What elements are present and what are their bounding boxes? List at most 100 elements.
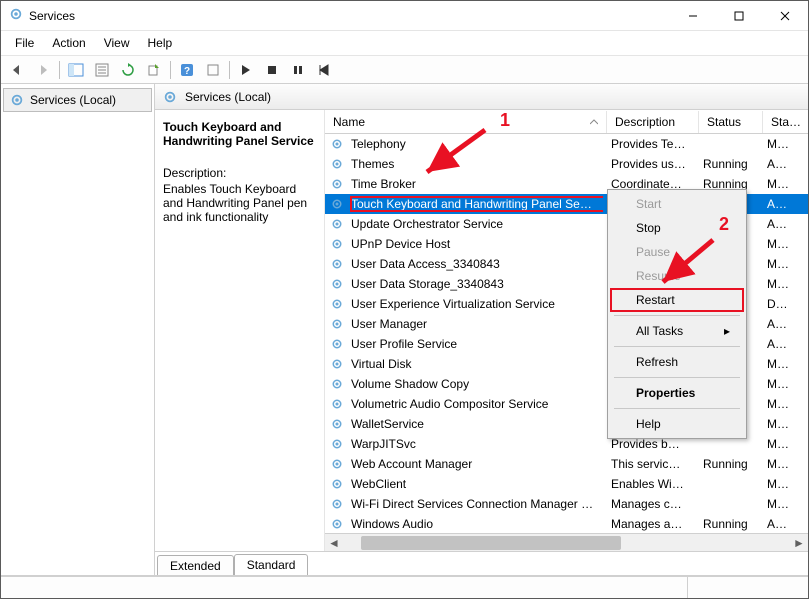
forward-button[interactable]: [31, 58, 55, 82]
cell-name: Touch Keyboard and Handwriting Panel Ser…: [343, 196, 603, 212]
cell-name: WarpJITSvc: [343, 436, 603, 452]
cell-name: User Experience Virtualization Service: [343, 296, 603, 312]
menu-help[interactable]: Help: [140, 34, 181, 52]
service-row[interactable]: TelephonyProvides Tel…Ma: [325, 134, 808, 154]
ctx-properties[interactable]: Properties: [610, 381, 744, 405]
cell-status: [695, 143, 759, 145]
restart-service-button[interactable]: [312, 58, 336, 82]
cell-description: Provides us…: [603, 156, 695, 172]
cell-name: Volumetric Audio Compositor Service: [343, 396, 603, 412]
description-heading: Description:: [163, 166, 316, 180]
service-row[interactable]: Windows AudioManages au…RunningAu: [325, 514, 808, 533]
ctx-refresh[interactable]: Refresh: [610, 350, 744, 374]
start-service-button[interactable]: [234, 58, 258, 82]
pane-header: Services (Local): [155, 84, 808, 110]
help-button[interactable]: ?: [175, 58, 199, 82]
context-menu: Start Stop Pause Resume Restart All Task…: [607, 189, 747, 439]
view-tabs: Extended Standard: [155, 551, 808, 575]
ctx-all-tasks[interactable]: All Tasks▸: [610, 319, 744, 343]
properties-button[interactable]: [90, 58, 114, 82]
service-gear-icon: [325, 277, 343, 291]
cell-startup: Ma: [759, 276, 789, 292]
cell-name: Themes: [343, 156, 603, 172]
scroll-thumb[interactable]: [361, 536, 621, 550]
menu-view[interactable]: View: [96, 34, 138, 52]
cell-name: WebClient: [343, 476, 603, 492]
service-gear-icon: [325, 237, 343, 251]
horizontal-scrollbar[interactable]: ◄ ►: [325, 533, 808, 551]
cell-startup: Ma: [759, 476, 789, 492]
app-gear-icon: [9, 7, 23, 24]
pause-service-button[interactable]: [286, 58, 310, 82]
cell-startup: Ma: [759, 136, 789, 152]
cell-startup: Ma: [759, 436, 789, 452]
service-gear-icon: [325, 357, 343, 371]
sort-indicator-icon: [590, 119, 598, 125]
cell-startup: Ma: [759, 376, 789, 392]
cell-name: Wi-Fi Direct Services Connection Manager…: [343, 496, 603, 512]
cell-name: Time Broker: [343, 176, 603, 192]
column-headers: Name Description Status Sta…: [325, 110, 808, 134]
service-gear-icon: [325, 377, 343, 391]
show-hide-tree-button[interactable]: [64, 58, 88, 82]
cell-startup: Ma: [759, 496, 789, 512]
cell-name: Web Account Manager: [343, 456, 603, 472]
minimize-button[interactable]: [670, 1, 716, 31]
status-bar: [1, 576, 808, 598]
cell-description: Enables Win…: [603, 476, 695, 492]
scroll-left-arrow-icon[interactable]: ◄: [325, 535, 343, 551]
cell-description: Provides Tel…: [603, 136, 695, 152]
service-gear-icon: [325, 157, 343, 171]
cell-startup: Au: [759, 156, 789, 172]
cell-description: Manages co…: [603, 496, 695, 512]
column-status[interactable]: Status: [699, 111, 763, 133]
export-button[interactable]: [142, 58, 166, 82]
main-pane: Services (Local) Touch Keyboard and Hand…: [155, 84, 808, 575]
service-row[interactable]: Web Account ManagerThis service …Running…: [325, 454, 808, 474]
cell-startup: Ma: [759, 396, 789, 412]
cell-startup: Au: [759, 196, 789, 212]
column-startup[interactable]: Sta…: [763, 111, 793, 133]
menu-action[interactable]: Action: [44, 34, 93, 52]
service-row[interactable]: ThemesProvides us…RunningAu: [325, 154, 808, 174]
service-gear-icon: [325, 517, 343, 531]
cell-name: User Data Access_3340843: [343, 256, 603, 272]
help-toolbar-icon[interactable]: [201, 58, 225, 82]
cell-startup: Au: [759, 316, 789, 332]
services-window: Services File Action View Help ?: [0, 0, 809, 599]
menu-bar: File Action View Help: [1, 31, 808, 56]
column-description[interactable]: Description: [607, 111, 699, 133]
ctx-stop[interactable]: Stop: [610, 216, 744, 240]
menu-file[interactable]: File: [7, 34, 42, 52]
cell-name: Volume Shadow Copy: [343, 376, 603, 392]
cell-name: User Profile Service: [343, 336, 603, 352]
cell-description: This service …: [603, 456, 695, 472]
stop-service-button[interactable]: [260, 58, 284, 82]
service-gear-icon: [325, 137, 343, 151]
cell-status: [695, 503, 759, 505]
cell-status: Running: [695, 516, 759, 532]
cell-startup: Dis: [759, 296, 789, 312]
tree-root-services-local[interactable]: Services (Local): [3, 88, 152, 112]
column-name[interactable]: Name: [325, 111, 607, 133]
maximize-button[interactable]: [716, 1, 762, 31]
scroll-right-arrow-icon[interactable]: ►: [790, 535, 808, 551]
selected-service-name: Touch Keyboard and Handwriting Panel Ser…: [163, 120, 316, 148]
service-gear-icon: [325, 437, 343, 451]
ctx-help[interactable]: Help: [610, 412, 744, 436]
service-gear-icon: [325, 257, 343, 271]
window-title: Services: [29, 9, 75, 23]
service-gear-icon: [325, 397, 343, 411]
back-button[interactable]: [5, 58, 29, 82]
refresh-button[interactable]: [116, 58, 140, 82]
service-row[interactable]: Wi-Fi Direct Services Connection Manager…: [325, 494, 808, 514]
service-row[interactable]: WebClientEnables Win… Ma: [325, 474, 808, 494]
ctx-restart[interactable]: Restart: [610, 288, 744, 312]
tab-standard[interactable]: Standard: [234, 554, 309, 575]
cell-startup: Au: [759, 216, 789, 232]
title-bar: Services: [1, 1, 808, 31]
tab-extended[interactable]: Extended: [157, 555, 234, 575]
cell-status: Running: [695, 156, 759, 172]
toolbar: ?: [1, 56, 808, 84]
close-button[interactable]: [762, 1, 808, 31]
